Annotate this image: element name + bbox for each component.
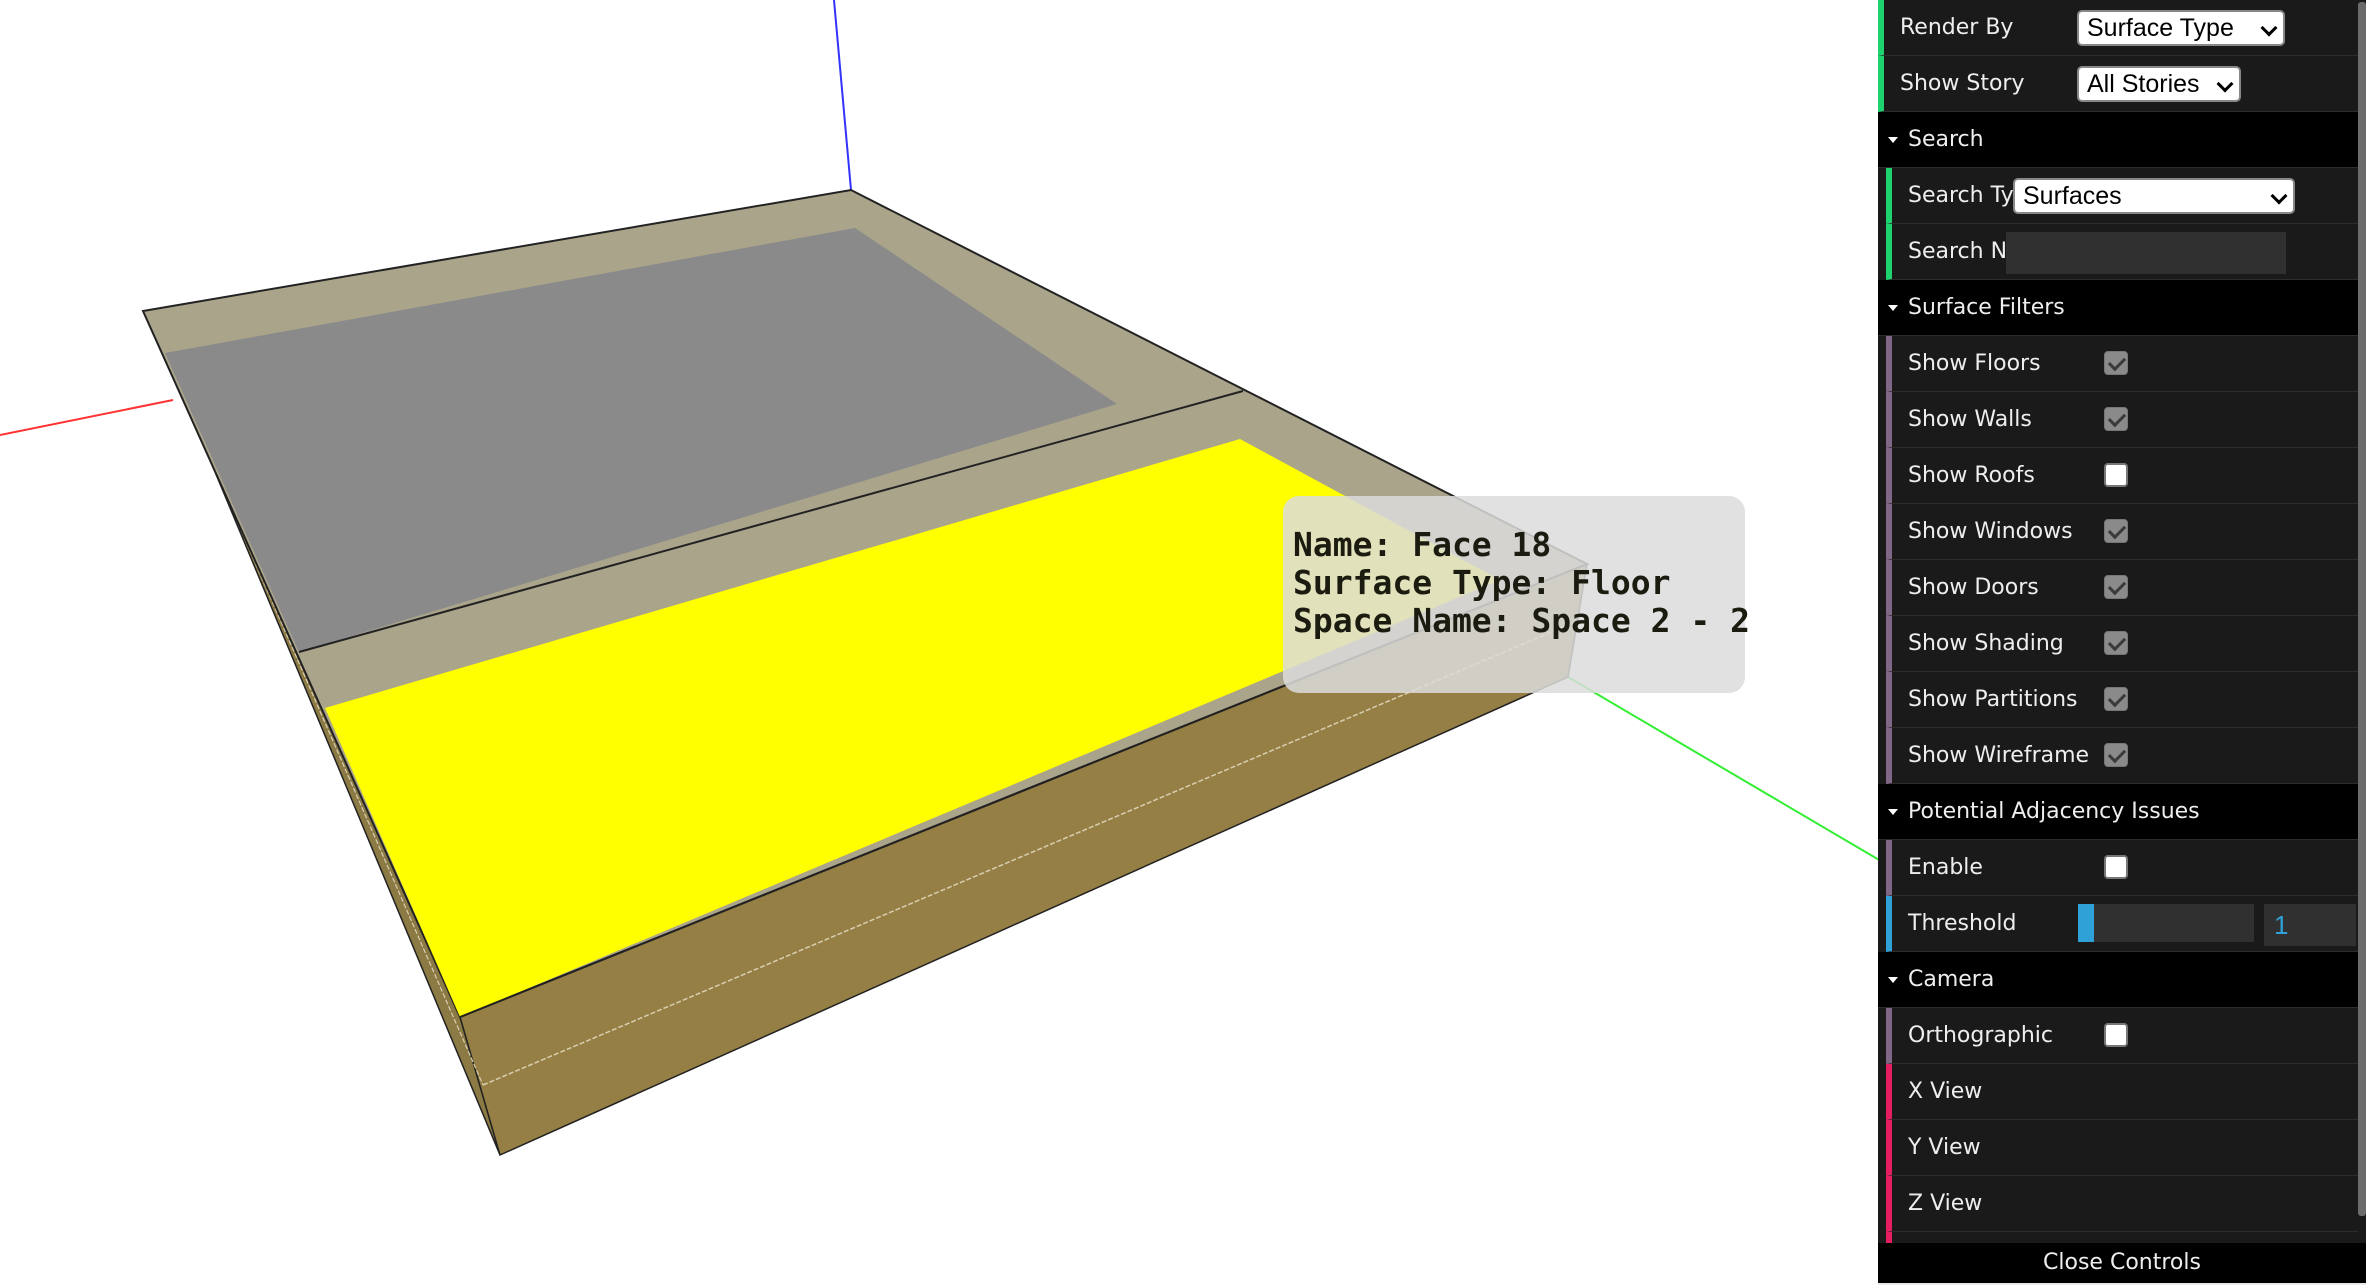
hidden-next-row [1886,1232,2358,1243]
show-roofs-checkbox[interactable] [2104,463,2128,487]
tooltip-name: Name: Face 18 [1293,525,1552,564]
tooltip-space-name: Space Name: Space 2 - 2 [1293,601,1750,640]
threshold-row: Threshold 1 [1886,896,2358,952]
adjacency-enable-row: Enable [1886,840,2358,896]
folder-surface-filters-title: Surface Filters [1908,295,2065,320]
show-story-row: Show Story All Stories [1878,56,2358,112]
chevron-down-icon [2260,19,2278,37]
search-type-row: Search Type Surfaces [1886,168,2358,224]
filter-row-wireframe: Show Wireframe [1886,728,2358,784]
threshold-slider[interactable] [2078,904,2254,942]
render-by-label: Render By [1900,15,2014,40]
folder-adjacency-title: Potential Adjacency Issues [1908,799,2200,824]
enable-checkbox[interactable] [2104,855,2128,879]
filter-label: Show Floors [1908,351,2041,376]
filter-label: Show Windows [1908,519,2073,544]
show-floors-checkbox[interactable] [2104,351,2128,375]
filter-row-shading: Show Shading [1886,616,2358,672]
x-view-label: X View [1908,1079,1983,1104]
search-type-select[interactable]: Surfaces [2013,178,2295,214]
filter-label: Show Walls [1908,407,2032,432]
filter-row-doors: Show Doors [1886,560,2358,616]
show-story-label: Show Story [1900,71,2025,96]
show-story-value: All Stories [2087,70,2200,98]
show-doors-checkbox[interactable] [2104,575,2128,599]
search-name-input[interactable] [2006,232,2286,274]
filter-label: Show Shading [1908,631,2064,656]
folder-search-title: Search [1908,127,1984,152]
surface-info-tooltip: Name: Face 18 Surface Type: Floor Space … [1283,496,1750,693]
x-view-button[interactable]: X View [1886,1064,2358,1120]
close-controls-button[interactable]: Close Controls [1878,1243,2366,1283]
chevron-down-icon [2270,187,2288,205]
scrollbar-thumb[interactable] [2358,2,2366,1216]
filter-row-windows: Show Windows [1886,504,2358,560]
search-name-row: Search Name [1886,224,2358,280]
folder-camera[interactable]: Camera [1878,952,2358,1008]
threshold-slider-fill [2078,904,2094,942]
enable-label: Enable [1908,855,1983,880]
folder-adjacency[interactable]: Potential Adjacency Issues [1878,784,2358,840]
orthographic-row: Orthographic [1886,1008,2358,1064]
render-by-select[interactable]: Surface Type [2077,10,2285,46]
z-view-label: Z View [1908,1191,1983,1216]
show-shading-checkbox[interactable] [2104,631,2128,655]
filter-row-partitions: Show Partitions [1886,672,2358,728]
folder-camera-title: Camera [1908,967,1995,992]
tooltip-surface-type: Surface Type: Floor [1293,563,1671,602]
show-story-select[interactable]: All Stories [2077,66,2241,102]
show-walls-checkbox[interactable] [2104,407,2128,431]
search-type-value: Surfaces [2023,182,2122,210]
y-view-label: Y View [1908,1135,1981,1160]
filter-label: Show Roofs [1908,463,2035,488]
axis-x-line [0,399,174,436]
show-partitions-checkbox[interactable] [2104,687,2128,711]
folder-search[interactable]: Search [1878,112,2358,168]
threshold-label: Threshold [1908,911,2017,936]
filter-label: Show Partitions [1908,687,2078,712]
y-view-button[interactable]: Y View [1886,1120,2358,1176]
orthographic-label: Orthographic [1908,1023,2053,1048]
z-view-button[interactable]: Z View [1886,1176,2358,1232]
caret-down-icon [1888,305,1898,311]
caret-down-icon [1888,977,1898,983]
axis-z-line [833,0,852,191]
controls-list: Render By Surface Type Show Story All St… [1878,0,2358,1243]
chevron-down-icon [2216,75,2234,93]
folder-surface-filters[interactable]: Surface Filters [1878,280,2358,336]
caret-down-icon [1888,137,1898,143]
controls-panel: Render By Surface Type Show Story All St… [1878,0,2366,1285]
show-wireframe-checkbox[interactable] [2104,743,2128,767]
filter-label: Show Wireframe [1908,743,2090,768]
panel-scrollbar[interactable] [2358,0,2366,1243]
filter-row-roofs: Show Roofs [1886,448,2358,504]
orthographic-checkbox[interactable] [2104,1023,2128,1047]
filter-row-floors: Show Floors [1886,336,2358,392]
filter-label: Show Doors [1908,575,2039,600]
caret-down-icon [1888,809,1898,815]
axis-y-line [1567,676,1887,865]
show-windows-checkbox[interactable] [2104,519,2128,543]
threshold-input[interactable]: 1 [2264,904,2356,946]
render-by-row: Render By Surface Type [1878,0,2358,56]
filter-row-walls: Show Walls [1886,392,2358,448]
render-by-value: Surface Type [2087,14,2234,42]
